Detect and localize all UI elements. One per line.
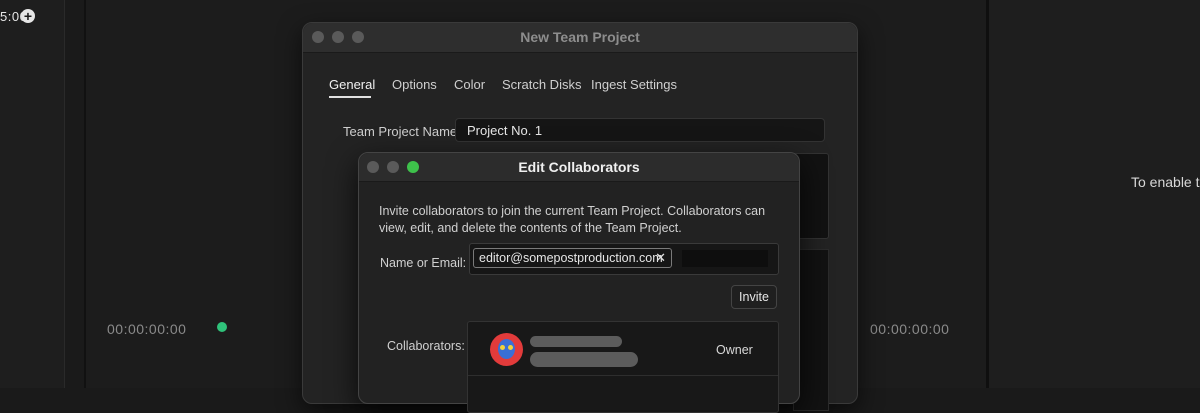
email-chip: editor@somepostproduction.com ✕ xyxy=(473,248,672,268)
titlebar: Edit Collaborators xyxy=(359,153,799,182)
active-tab-indicator xyxy=(329,96,371,98)
right-panel xyxy=(986,0,1200,388)
list-divider xyxy=(468,375,778,376)
playhead-indicator[interactable] xyxy=(217,322,227,332)
timecode-right: 00:00:00:00 xyxy=(870,321,950,337)
add-icon[interactable]: + xyxy=(21,9,35,23)
invite-description: Invite collaborators to join the current… xyxy=(379,204,766,235)
email-input-remaining[interactable] xyxy=(682,250,768,267)
timecode-left: 00:00:00:00 xyxy=(107,321,187,337)
close-icon[interactable]: ✕ xyxy=(655,249,666,267)
avatar-eye xyxy=(508,345,513,350)
tab-scratch-disks[interactable]: Scratch Disks xyxy=(502,77,581,92)
team-project-name-label: Team Project Name: xyxy=(343,124,461,139)
edit-collaborators-dialog: Edit Collaborators Invite collaborators … xyxy=(358,152,800,413)
tab-ingest-settings[interactable]: Ingest Settings xyxy=(591,77,677,92)
collaborators-label: Collaborators: xyxy=(387,339,465,353)
redacted-email xyxy=(530,352,638,367)
panel-divider xyxy=(964,0,984,388)
collaborators-list: Owner xyxy=(467,321,779,413)
titlebar: New Team Project xyxy=(303,23,857,53)
right-panel-message: To enable tr xyxy=(1131,174,1200,190)
name-or-email-label: Name or Email: xyxy=(380,256,467,270)
collaborator-role: Owner xyxy=(716,343,753,357)
dialog-title: Edit Collaborators xyxy=(518,159,640,175)
avatar-eye xyxy=(500,345,505,350)
tab-options[interactable]: Options xyxy=(392,77,437,92)
email-chip-text: editor@somepostproduction.com xyxy=(479,251,663,265)
tab-color[interactable]: Color xyxy=(454,77,485,92)
tab-general[interactable]: General xyxy=(329,77,375,92)
name-or-email-input[interactable]: editor@somepostproduction.com ✕ xyxy=(469,243,779,275)
team-project-name-input[interactable]: Project No. 1 xyxy=(455,118,825,142)
left-panel-strip xyxy=(0,0,65,388)
dialog-title: New Team Project xyxy=(520,29,640,45)
redacted-name xyxy=(530,336,622,347)
invite-button[interactable]: Invite xyxy=(731,285,777,309)
avatar xyxy=(490,333,523,366)
